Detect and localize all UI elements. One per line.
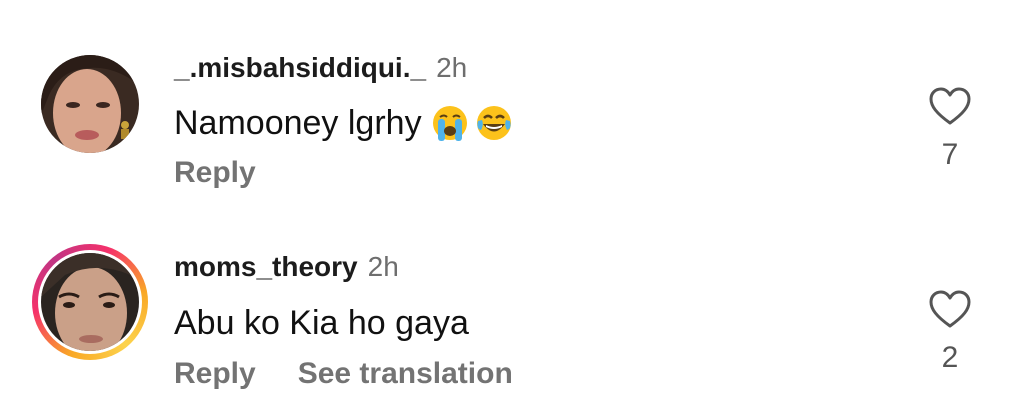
like-control: 7 (920, 86, 980, 172)
comment-actions: Reply See translation (174, 356, 513, 392)
avatar[interactable] (32, 46, 148, 162)
comment-item: moms_theory 2h Abu ko Kia ho gaya Reply Se… (0, 205, 1024, 410)
username[interactable]: moms_theory (174, 251, 358, 282)
loudly-crying-face-emoji (430, 103, 470, 143)
comment-body: Abu ko Kia ho gaya (174, 304, 469, 342)
timestamp: 2h (436, 52, 468, 83)
tears-of-joy-emoji (474, 103, 514, 143)
comment-item: _.misbahsiddiqui._ 2h Namooney lgrhy Rep… (0, 0, 1024, 205)
heart-outline-icon[interactable] (928, 86, 972, 126)
timestamp: 2h (367, 251, 399, 282)
comment-header: moms_theory 2h (174, 250, 399, 284)
comment-text: Namooney lgrhy (174, 103, 514, 143)
like-count: 2 (941, 341, 959, 374)
username[interactable]: _.misbahsiddiqui._ (174, 52, 426, 83)
heart-outline-icon[interactable] (928, 289, 972, 329)
like-control: 2 (920, 289, 980, 375)
comment-header: _.misbahsiddiqui._ 2h (174, 51, 467, 85)
reply-button[interactable]: Reply (174, 156, 256, 189)
avatar-story-ring[interactable] (32, 244, 148, 360)
comment-text: Abu ko Kia ho gaya (174, 303, 469, 343)
comment-actions: Reply (174, 155, 256, 191)
like-count: 7 (941, 138, 959, 171)
comment-body: Namooney lgrhy (174, 104, 422, 142)
reply-button[interactable]: Reply (174, 357, 256, 390)
avatar (41, 253, 139, 351)
see-translation-button[interactable]: See translation (298, 357, 513, 390)
